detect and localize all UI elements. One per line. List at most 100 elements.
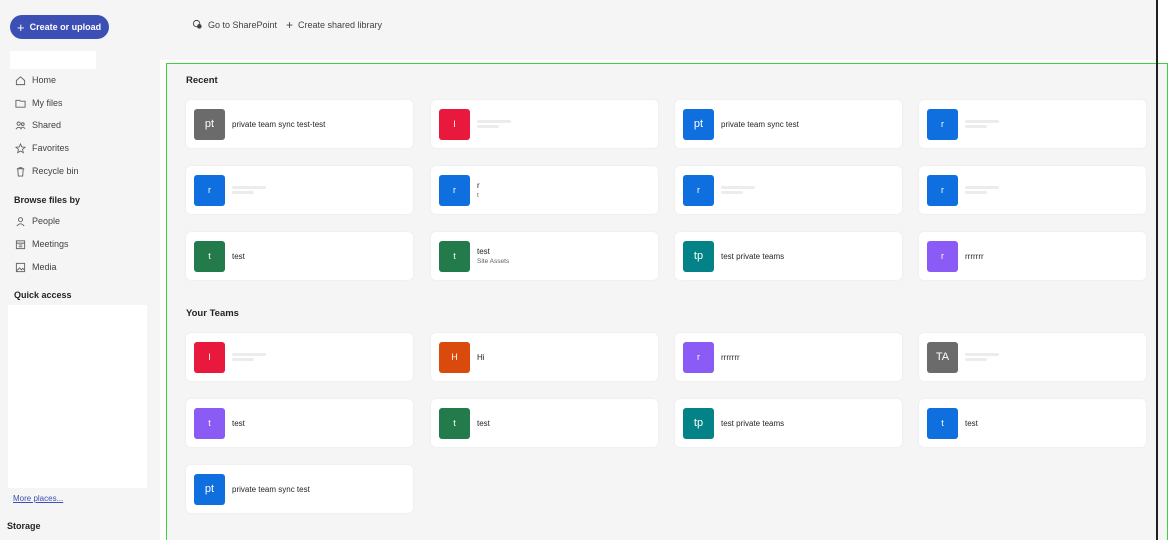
redacted-title: [965, 120, 999, 123]
card-text: test: [232, 419, 245, 428]
nav-item-label: People: [32, 216, 61, 226]
redacted-title: [721, 186, 755, 189]
window-edge: [1156, 0, 1158, 540]
team-card[interactable]: r rrrrrrr: [675, 333, 902, 381]
card-title: r: [477, 181, 480, 190]
recent-card[interactable]: t test: [186, 232, 413, 280]
card-title: test: [477, 418, 490, 428]
card-text: test Site Assets: [477, 247, 509, 265]
recent-card[interactable]: r rrrrrrr: [919, 232, 1146, 280]
card-title: private team sync test: [232, 484, 310, 494]
card-subtitle: t: [477, 192, 479, 199]
card-text: [477, 120, 511, 128]
recent-card[interactable]: r: [919, 166, 1146, 214]
card-title: test private teams: [721, 251, 785, 261]
nav-item-label: My files: [32, 98, 63, 108]
card-title: test: [477, 247, 490, 256]
card-text: rrrrrrr: [721, 353, 740, 362]
redacted-subtitle: [965, 191, 987, 194]
card-text: [232, 353, 266, 361]
create-or-upload-button[interactable]: + Create or upload: [10, 15, 109, 39]
recent-card[interactable]: r: [919, 100, 1146, 148]
card-subtitle: Site Assets: [477, 258, 510, 265]
team-card[interactable]: I: [186, 333, 413, 381]
avatar: r: [927, 240, 958, 272]
team-card[interactable]: TA: [919, 333, 1146, 381]
nav-item-home[interactable]: Home: [15, 73, 56, 87]
redacted-subtitle: [232, 191, 254, 194]
card-text: rt: [477, 181, 480, 199]
card-text: [965, 120, 999, 128]
image-icon: [15, 262, 26, 272]
star-icon: [15, 142, 26, 154]
redacted-title: [965, 186, 999, 189]
recent-card[interactable]: pt private team sync test-test: [186, 100, 413, 148]
folder-icon: [15, 99, 26, 108]
nav-item-people[interactable]: People: [15, 214, 60, 228]
team-card[interactable]: t test: [919, 399, 1146, 447]
plus-icon: +: [286, 18, 294, 32]
card-text: test: [477, 419, 490, 428]
nav-item-meetings[interactable]: Meetings: [15, 237, 69, 251]
avatar: t: [194, 240, 225, 272]
sharepoint-icon: [192, 19, 202, 29]
recent-card[interactable]: tp test private teams: [675, 232, 902, 280]
card-text: [965, 353, 999, 361]
people-icon: [15, 121, 26, 129]
go-to-sharepoint-button[interactable]: Go to SharePoint: [192, 19, 277, 30]
storage-heading: Storage: [7, 521, 41, 531]
nav-item-my-files[interactable]: My files: [15, 96, 63, 110]
recent-card[interactable]: rrt: [431, 166, 658, 214]
team-card[interactable]: H Hi: [431, 333, 658, 381]
card-text: private team sync test: [232, 485, 310, 494]
recent-card[interactable]: t test Site Assets: [431, 232, 658, 280]
card-text: [721, 186, 755, 194]
team-card[interactable]: pt private team sync test: [186, 465, 413, 513]
avatar: H: [439, 341, 470, 373]
card-text: test private teams: [721, 252, 784, 261]
trash-icon: [16, 166, 25, 177]
create-shared-library-label: Create shared library: [298, 20, 383, 30]
card-title: test: [232, 251, 245, 261]
recent-card[interactable]: r: [186, 166, 413, 214]
avatar: r: [194, 174, 225, 206]
calendar-icon: [15, 239, 26, 249]
card-title: test: [965, 418, 978, 428]
avatar: t: [439, 407, 470, 439]
create-or-upload-label: Create or upload: [29, 22, 102, 32]
nav-item-recycle-bin[interactable]: Recycle bin: [15, 164, 79, 178]
more-places-link[interactable]: More places...: [13, 494, 63, 503]
card-text: private team sync test-test: [232, 120, 325, 129]
bottom-strip: [0, 540, 1168, 551]
avatar: pt: [194, 473, 225, 505]
nav-item-label: Home: [32, 75, 57, 85]
redacted-title: [477, 120, 511, 123]
create-shared-library-button[interactable]: + Create shared library: [286, 19, 382, 31]
card-text: Hi: [477, 353, 485, 362]
redacted-title: [232, 353, 266, 356]
recent-card[interactable]: I: [431, 100, 658, 148]
go-to-sharepoint-label: Go to SharePoint: [208, 19, 278, 30]
nav-item-favorites[interactable]: Favorites: [15, 141, 69, 155]
card-text: test: [965, 419, 978, 428]
plus-icon: +: [17, 19, 25, 35]
team-card[interactable]: t test: [186, 399, 413, 447]
card-title: test private teams: [721, 418, 785, 428]
team-card[interactable]: t test: [431, 399, 658, 447]
recent-card[interactable]: r: [675, 166, 902, 214]
card-text: [965, 186, 999, 194]
recent-heading: Recent: [186, 75, 218, 86]
card-title: Hi: [477, 352, 485, 362]
card-title: test: [232, 418, 245, 428]
team-card[interactable]: tp test private teams: [675, 399, 902, 447]
card-text: private team sync test: [721, 120, 799, 129]
redacted-subtitle: [965, 358, 987, 361]
nav-item-media[interactable]: Media: [15, 260, 57, 274]
recent-card[interactable]: pt private team sync test: [675, 100, 902, 148]
account-name-field: [10, 51, 96, 69]
avatar: tp: [683, 240, 714, 272]
avatar: I: [194, 341, 225, 373]
avatar: t: [927, 407, 958, 439]
nav-item-label: Shared: [32, 120, 62, 130]
nav-item-shared[interactable]: Shared: [15, 118, 61, 132]
